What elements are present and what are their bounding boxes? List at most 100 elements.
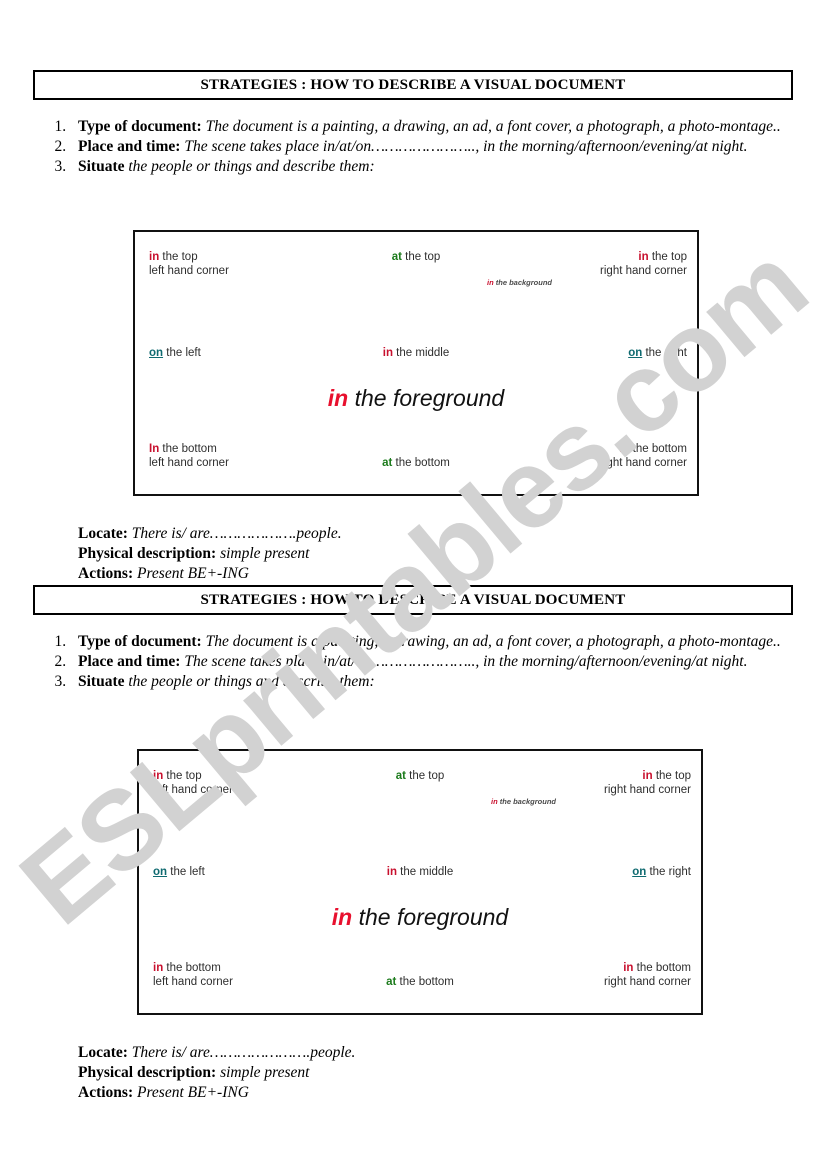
preposition-in: in	[487, 278, 494, 287]
step-label: Place and time:	[78, 137, 181, 155]
section-title-box: STRATEGIES : HOW TO DESCRIBE A VISUAL DO…	[33, 70, 793, 100]
diagram-label-top-right: in the top right hand corner	[600, 250, 687, 278]
position-diagram-wrapper-2: in the top left hand corner at the top i…	[137, 749, 703, 1015]
label-text: the background	[497, 797, 557, 806]
physical-description-label: Physical description:	[78, 1063, 217, 1081]
actions-value: Present BE+-ING	[133, 1083, 249, 1101]
page-title: STRATEGIES : HOW TO DESCRIBE A VISUAL DO…	[200, 591, 626, 608]
diagram-label-top-right: in the top right hand corner	[604, 769, 691, 797]
label-text: the right	[642, 347, 687, 359]
preposition-on: on	[628, 347, 643, 359]
preposition-in: in	[149, 251, 160, 263]
label-text: the bottom	[633, 961, 691, 974]
step-value: the people or things and describe them:	[124, 672, 375, 690]
preposition-on: on	[632, 866, 647, 878]
locate-label: Locate:	[78, 1044, 128, 1061]
physical-description-value: simple present	[216, 544, 310, 562]
preposition-in: in	[491, 797, 498, 806]
worksheet-page: STRATEGIES : HOW TO DESCRIBE A VISUAL DO…	[0, 0, 826, 1169]
label-text: the left	[163, 347, 201, 359]
label-text: the foreground	[352, 904, 509, 930]
strategy-steps-list: Type of document: The document is a pain…	[0, 118, 826, 177]
list-item-step-1: Type of document: The document is a pain…	[70, 118, 796, 137]
label-text: the middle	[392, 347, 450, 359]
section-footer-1: Locate: There is/ are……………….people. Phys…	[0, 512, 342, 583]
worksheet-section-2: STRATEGIES : HOW TO DESCRIBE A VISUAL DO…	[0, 585, 826, 1101]
list-item-step-2: Place and time: The scene takes place in…	[70, 138, 796, 157]
diagram-label-top-center: at the top	[392, 250, 441, 264]
physical-description-value: simple present	[216, 1063, 310, 1081]
preposition-in: in	[382, 347, 393, 359]
diagram-label-middle-right: on the right	[632, 865, 691, 879]
label-text: the foreground	[348, 385, 505, 411]
diagram-label-bottom-left: In the bottom left hand corner	[149, 442, 229, 470]
diagram-label-foreground: in the foreground	[332, 903, 508, 931]
step-value: the people or things and describe them:	[124, 157, 375, 175]
label-text: the top	[652, 770, 691, 782]
label-text-second-line: right hand corner	[600, 265, 687, 278]
position-diagram: in the top left hand corner at the top i…	[133, 230, 699, 496]
label-text-second-line: left hand corner	[153, 784, 233, 797]
diagram-label-bottom-right: In the bottom right hand corner	[600, 442, 687, 470]
actions-label: Actions:	[78, 564, 134, 582]
preposition-in: in	[623, 961, 634, 974]
position-diagram: in the top left hand corner at the top i…	[137, 749, 703, 1015]
preposition-in: in	[331, 904, 353, 930]
diagram-label-middle-left: on the left	[149, 346, 201, 360]
list-item-step-1: Type of document: The document is a pain…	[70, 633, 796, 652]
strategy-steps-list: Type of document: The document is a pain…	[0, 633, 826, 692]
label-text: the left	[167, 866, 205, 878]
label-text-second-line: left hand corner	[149, 265, 229, 278]
preposition-on: on	[153, 866, 168, 878]
diagram-label-top-left: in the top left hand corner	[149, 250, 229, 278]
step-label: Type of document	[78, 118, 197, 135]
diagram-label-background: in the background	[487, 278, 552, 287]
diagram-label-middle-center: in the middle	[383, 346, 450, 360]
physical-description-label: Physical description:	[78, 544, 217, 562]
label-text: the middle	[396, 866, 454, 878]
label-text: the top	[401, 251, 441, 263]
footer-line-actions: Actions: Present BE+-ING	[78, 564, 342, 584]
diagram-label-middle-center: in the middle	[387, 865, 454, 879]
list-item-step-3: Situate the people or things and describ…	[70, 673, 796, 692]
locate-label: Locate:	[78, 525, 128, 542]
footer-line-locate: Locate: There is/ are……………….people.	[78, 524, 342, 544]
actions-label: Actions:	[78, 1083, 134, 1101]
locate-value: There is/ are………………….people.	[127, 1044, 356, 1061]
label-text-second-line: right hand corner	[604, 975, 691, 988]
preposition-at: at	[386, 975, 397, 988]
label-text: the right	[646, 866, 691, 878]
preposition-in: in	[386, 866, 397, 878]
label-text: the bottom	[396, 975, 454, 988]
footer-line-locate: Locate: There is/ are………………….people.	[78, 1043, 355, 1063]
preposition-at: at	[395, 770, 406, 782]
label-text: the top	[163, 770, 202, 782]
page-title: STRATEGIES : HOW TO DESCRIBE A VISUAL DO…	[200, 76, 626, 93]
footer-line-physical: Physical description: simple present	[78, 544, 342, 564]
step-label: Situate	[78, 672, 125, 690]
label-text: the bottom	[392, 456, 450, 469]
diagram-label-top-left: in the top left hand corner	[153, 769, 233, 797]
list-item-step-2: Place and time: The scene takes place in…	[70, 653, 796, 672]
label-text-second-line: right hand corner	[600, 456, 687, 469]
diagram-label-foreground: in the foreground	[328, 384, 504, 412]
diagram-label-bottom-center: at the bottom	[386, 975, 454, 989]
label-text-second-line: left hand corner	[153, 975, 233, 988]
preposition-in: in	[642, 770, 653, 782]
footer-line-physical: Physical description: simple present	[78, 1063, 355, 1083]
diagram-label-bottom-center: at the bottom	[382, 456, 450, 470]
preposition-at: at	[391, 251, 402, 263]
diagram-label-middle-left: on the left	[153, 865, 205, 879]
position-diagram-wrapper-1: in the top left hand corner at the top i…	[133, 230, 699, 496]
preposition-in: in	[153, 961, 164, 974]
footer-line-actions: Actions: Present BE+-ING	[78, 1083, 355, 1103]
preposition-on: on	[149, 347, 164, 359]
section-footer-2: Locate: There is/ are………………….people. Phy…	[0, 1031, 355, 1102]
label-text: the top	[648, 251, 687, 263]
diagram-label-middle-right: on the right	[628, 346, 687, 360]
preposition-in: In	[149, 442, 160, 455]
step-value: The scene takes place in/at/on…………………..,…	[180, 652, 748, 670]
label-text: the bottom	[159, 442, 217, 455]
preposition-in: in	[638, 251, 649, 263]
step-value: The document is a painting, a drawing, a…	[201, 633, 781, 650]
